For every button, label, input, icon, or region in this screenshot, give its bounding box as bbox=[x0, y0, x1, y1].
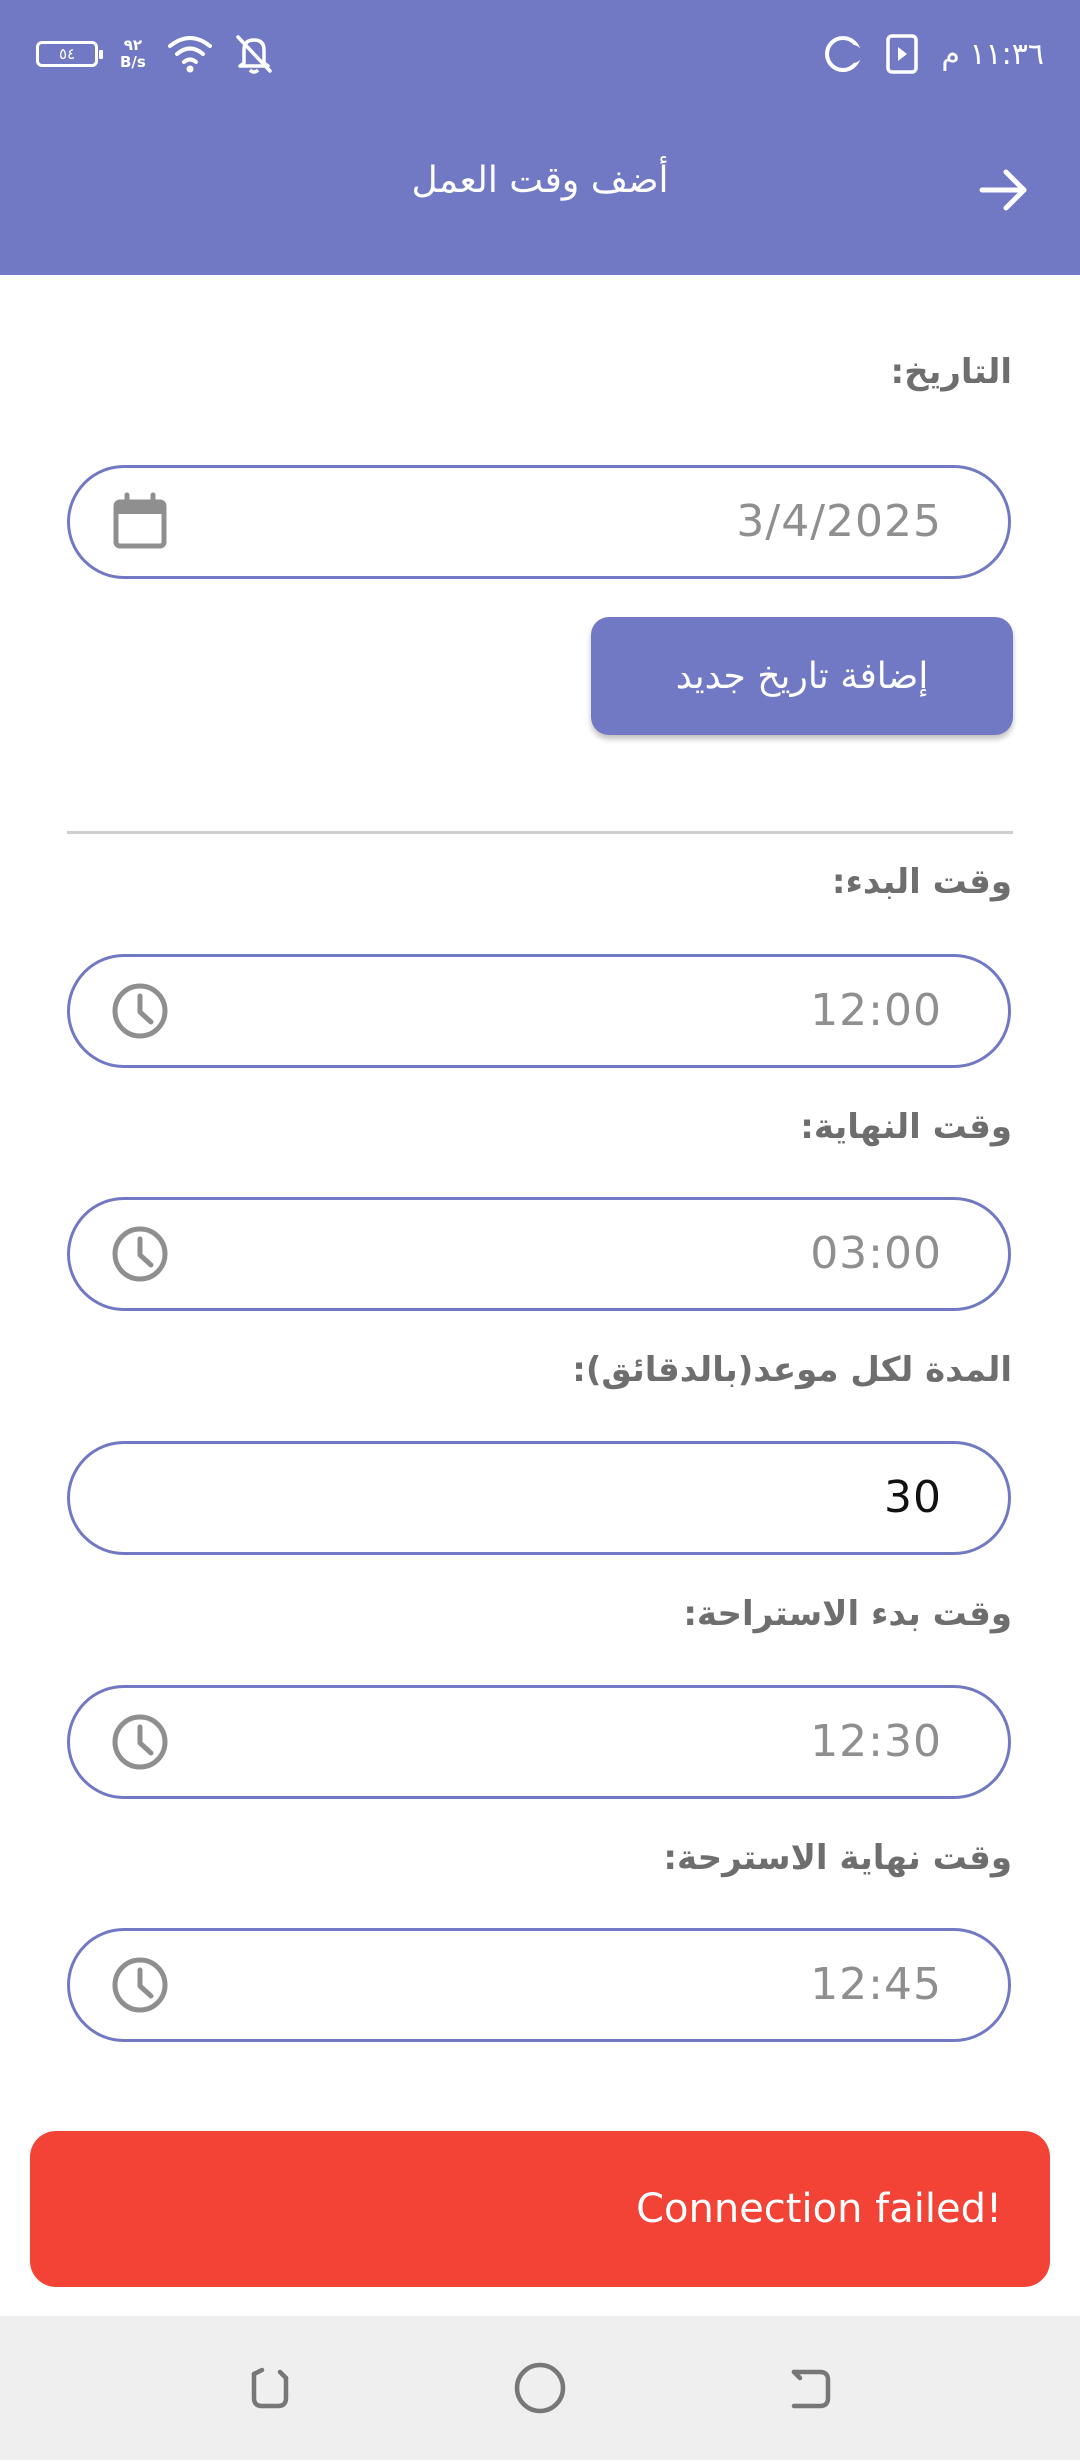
break-end-field[interactable]: 12:45 bbox=[67, 1928, 1011, 2042]
date-label: التاريخ: bbox=[890, 352, 1012, 392]
battery-level: ٥٤ bbox=[58, 45, 76, 63]
media-icon bbox=[886, 34, 919, 74]
break-end-value: 12:45 bbox=[810, 1959, 942, 2010]
net-speed: ٩٢ B/s bbox=[120, 37, 146, 71]
clock-icon[interactable] bbox=[110, 1955, 170, 2015]
nav-home-icon[interactable] bbox=[510, 2358, 570, 2418]
start-time-value: 12:00 bbox=[810, 985, 942, 1036]
start-time-label: وقت البدء: bbox=[831, 862, 1012, 902]
end-time-value: 03:00 bbox=[810, 1228, 942, 1279]
divider bbox=[67, 831, 1013, 834]
status-time: ١١:٣٦ م bbox=[941, 36, 1044, 72]
break-start-value: 12:30 bbox=[810, 1716, 942, 1767]
system-nav-bar bbox=[0, 2316, 1080, 2460]
end-time-field[interactable]: 03:00 bbox=[67, 1197, 1011, 1311]
bell-off-icon bbox=[236, 35, 272, 74]
break-start-label: وقت بدء الاستراحة: bbox=[683, 1594, 1012, 1634]
status-bar-right: ١١:٣٦ م bbox=[823, 28, 1044, 80]
net-speed-value: ٩٢ bbox=[123, 36, 143, 54]
net-speed-unit: B/s bbox=[120, 53, 146, 71]
error-snackbar: Connection failed! bbox=[30, 2131, 1050, 2287]
calendar-icon[interactable] bbox=[110, 492, 170, 552]
moon-icon bbox=[825, 36, 863, 72]
end-time-label: وقت النهاية: bbox=[800, 1107, 1012, 1147]
date-field[interactable]: 3/4/2025 bbox=[67, 465, 1011, 579]
add-new-date-button[interactable]: إضافة تاريخ جديد bbox=[591, 617, 1013, 735]
arrow-right-icon[interactable] bbox=[974, 160, 1034, 220]
start-time-field[interactable]: 12:00 bbox=[67, 954, 1011, 1068]
nav-recent-icon[interactable] bbox=[240, 2358, 300, 2418]
page-title: أضف وقت العمل bbox=[411, 160, 669, 201]
status-bar-left: ٥٤ ٩٢ B/s bbox=[36, 28, 274, 80]
nav-back-icon[interactable] bbox=[780, 2358, 840, 2418]
add-work-time-screen: ٥٤ ٩٢ B/s ١١:٣٦ م أضف وقت العمل التاريخ:… bbox=[0, 0, 1080, 2460]
battery-icon: ٥٤ bbox=[36, 41, 103, 67]
app-bar: ٥٤ ٩٢ B/s ١١:٣٦ م أضف وقت العمل bbox=[0, 0, 1080, 275]
clock-icon[interactable] bbox=[110, 1712, 170, 1772]
clock-icon[interactable] bbox=[110, 1224, 170, 1284]
duration-value: 30 bbox=[884, 1472, 942, 1523]
clock-icon[interactable] bbox=[110, 981, 170, 1041]
wifi-icon bbox=[167, 36, 212, 73]
break-start-field[interactable]: 12:30 bbox=[67, 1685, 1011, 1799]
snackbar-message: Connection failed! bbox=[636, 2186, 1002, 2232]
date-value: 3/4/2025 bbox=[736, 496, 942, 547]
duration-field[interactable]: 30 bbox=[67, 1441, 1011, 1555]
duration-label: المدة لكل موعد(بالدقائق): bbox=[572, 1350, 1012, 1390]
break-end-label: وقت نهاية الاسترحة: bbox=[663, 1838, 1012, 1878]
